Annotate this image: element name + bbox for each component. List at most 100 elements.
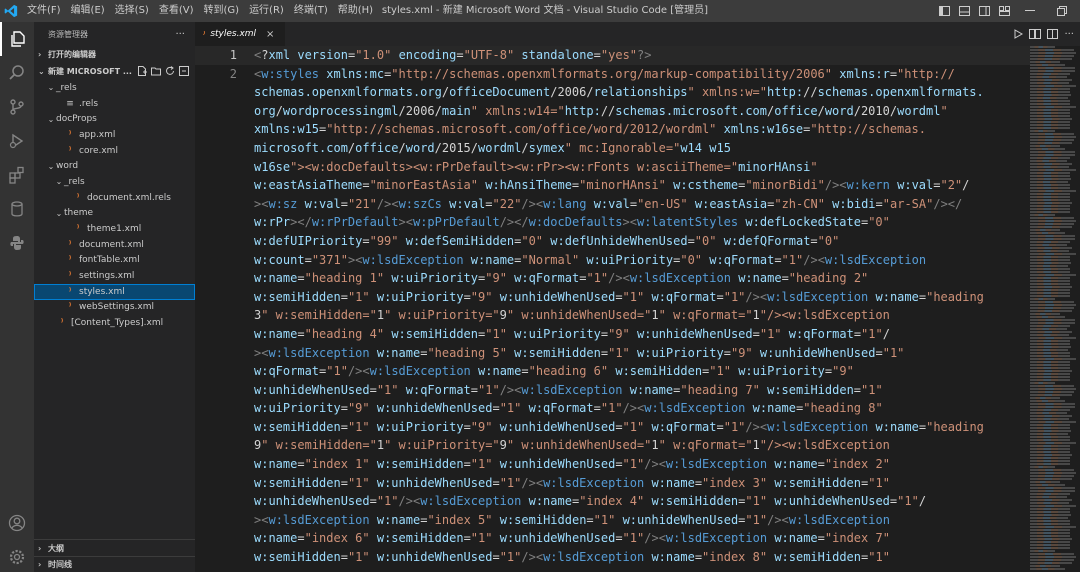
activity-bar	[0, 22, 34, 572]
minimap-line	[1030, 124, 1070, 126]
timeline-section[interactable]: › 时间线	[34, 556, 195, 572]
menu-item[interactable]: 文件(F)	[22, 0, 66, 22]
toggle-sidebar-icon[interactable]	[936, 0, 952, 22]
minimap-line	[1030, 241, 1070, 243]
minimap-line	[1030, 328, 1067, 330]
minimap-line	[1030, 544, 1070, 546]
project-section[interactable]: ⌄ 新建 MICROSOFT ...	[34, 62, 195, 80]
minimap-line	[1030, 412, 1067, 414]
tree-file[interactable]: ⁾ webSettings.xml	[34, 300, 195, 316]
minimap-line	[1030, 508, 1070, 510]
close-icon[interactable]: ×	[266, 29, 274, 40]
collapse-all-icon[interactable]	[179, 66, 189, 76]
database-icon[interactable]	[0, 192, 34, 226]
minimap-line	[1030, 76, 1067, 78]
tree-file[interactable]: ⁾ fontTable.xml	[34, 253, 195, 269]
chevron-right-icon: ›	[38, 543, 42, 553]
minimize-icon[interactable]	[1016, 0, 1044, 22]
toggle-panel-icon[interactable]	[956, 0, 972, 22]
explorer-icon[interactable]	[0, 22, 34, 56]
tree-item-label: settings.xml	[79, 271, 135, 282]
new-folder-icon[interactable]	[151, 66, 161, 76]
minimap-line	[1030, 391, 1074, 393]
rss-file-icon: ⁾	[203, 29, 206, 39]
account-icon[interactable]	[0, 506, 34, 540]
minimap-line	[1030, 361, 1070, 363]
tree-folder[interactable]: ⌄ theme	[34, 206, 195, 222]
rss-file-icon: ⁾	[68, 255, 72, 266]
minimap-line	[1030, 133, 1074, 135]
tree-file[interactable]: ⁾ styles.xml	[34, 283, 195, 300]
code-line: ><w:lsdException w:name="index 5" w:semi…	[254, 512, 890, 527]
tree-file[interactable]: ⁾ settings.xml	[34, 268, 195, 284]
minimap-line	[1030, 127, 1070, 129]
minimap-line	[1030, 466, 1055, 468]
minimap-line	[1030, 118, 1072, 120]
rss-file-icon: ⁾	[76, 224, 80, 235]
vscode-logo-icon	[0, 0, 22, 22]
more-editor-actions-icon[interactable]: ···	[1064, 29, 1074, 40]
minimap-line	[1030, 493, 1070, 495]
minimap-line	[1030, 394, 1072, 396]
menu-item[interactable]: 终端(T)	[289, 0, 333, 22]
python-icon[interactable]	[0, 226, 34, 260]
code-line: microsoft.com/office/word/2015/wordml/sy…	[254, 140, 731, 155]
code-line: w:name="index 6" w:semiHidden="1" w:unhi…	[254, 531, 890, 546]
tree-file[interactable]: ⁾ theme1.xml	[34, 221, 195, 237]
restore-icon[interactable]	[1048, 0, 1076, 22]
tree-file[interactable]: ⁾ core.xml	[34, 143, 195, 159]
rss-file-icon: ⁾	[68, 145, 72, 156]
minimap-line	[1030, 190, 1076, 192]
minimap-line	[1030, 310, 1072, 312]
code-area[interactable]: <?xml version="1.0" encoding="UTF-8" sta…	[254, 46, 1024, 567]
code-line: w:name="heading 4" w:semiHidden="1" w:ui…	[254, 326, 890, 341]
tab-styles-xml[interactable]: ⁾ styles.xml ×	[195, 22, 285, 46]
tree-folder[interactable]: ⌄ _rels	[34, 174, 195, 190]
minimap-line	[1030, 52, 1076, 54]
gear-icon[interactable]	[0, 540, 34, 572]
tree-item-label: document.xml.rels	[87, 192, 171, 203]
menu-item[interactable]: 编辑(E)	[66, 0, 110, 22]
tree-file[interactable]: ⁾ document.xml	[34, 237, 195, 253]
tree-file[interactable]: ≡ .rels	[34, 96, 195, 112]
minimap-line	[1030, 49, 1074, 51]
minimap-line	[1030, 457, 1070, 459]
tree-folder[interactable]: ⌄ _rels	[34, 80, 195, 96]
tree-file[interactable]: ⁾ document.xml.rels	[34, 190, 195, 206]
tree-file[interactable]: ⁾ app.xml	[34, 127, 195, 143]
refresh-icon[interactable]	[165, 66, 175, 76]
toggle-secondary-sidebar-icon[interactable]	[976, 0, 992, 22]
minimap-line	[1030, 289, 1070, 291]
tree-folder[interactable]: ⌄ docProps	[34, 111, 195, 127]
minimap-line	[1030, 376, 1070, 378]
minimap-line	[1030, 220, 1076, 222]
search-icon[interactable]	[0, 56, 34, 90]
minimap[interactable]	[1030, 46, 1080, 572]
tree-file[interactable]: ⁾ [Content_Types].xml	[34, 315, 195, 331]
code-editor[interactable]: 1 2 <?xml version="1.0" encoding="UTF-8"…	[195, 46, 1030, 572]
minimap-line	[1030, 169, 1076, 171]
compare-icon[interactable]	[1029, 29, 1042, 39]
open-editors-label: 打开的编辑器	[48, 49, 96, 59]
run-debug-icon[interactable]	[0, 124, 34, 158]
chevron-down-icon: ⌄	[47, 83, 55, 93]
more-actions-button[interactable]: ···	[175, 29, 185, 40]
open-editors-section[interactable]: › 打开的编辑器	[34, 46, 195, 62]
menu-item[interactable]: 查看(V)	[154, 0, 199, 22]
outline-section[interactable]: › 大纲	[34, 540, 195, 556]
run-icon[interactable]	[1013, 29, 1024, 39]
tree-folder[interactable]: ⌄ word	[34, 158, 195, 174]
menu-item[interactable]: 运行(R)	[244, 0, 289, 22]
customize-layout-icon[interactable]	[996, 0, 1012, 22]
menu-item[interactable]: 转到(G)	[199, 0, 245, 22]
minimap-line	[1030, 487, 1075, 489]
source-control-icon[interactable]	[0, 90, 34, 124]
minimap-line	[1030, 436, 1070, 438]
extensions-icon[interactable]	[0, 158, 34, 192]
minimap-line	[1030, 352, 1070, 354]
menu-item[interactable]: 选择(S)	[110, 0, 154, 22]
tree-item-label: theme	[64, 208, 94, 219]
split-editor-icon[interactable]	[1047, 29, 1059, 39]
new-file-icon[interactable]	[137, 66, 147, 76]
minimap-line	[1030, 55, 1074, 57]
